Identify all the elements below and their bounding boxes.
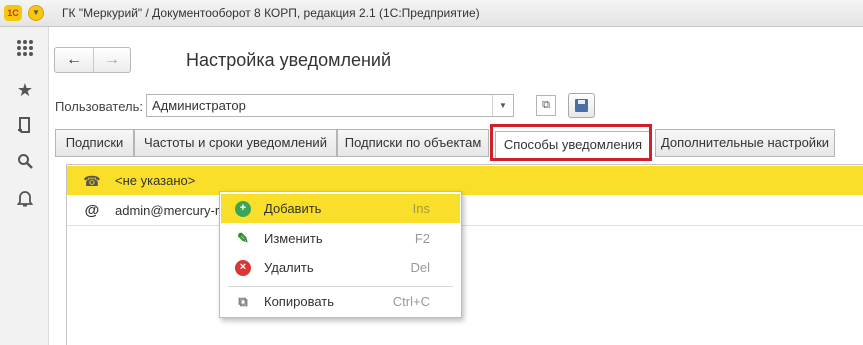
menu-item-shortcut: Ctrl+C [392, 294, 430, 309]
menu-item-label: Удалить [264, 260, 314, 275]
title-bar: 1С ▼ ГК "Меркурий" / Документооборот 8 К… [0, 0, 863, 27]
apps-grid-icon[interactable] [14, 39, 36, 61]
floppy-icon [575, 99, 588, 112]
menu-item-edit[interactable]: ✎ Изменить F2 [221, 224, 460, 253]
menu-item-label: Копировать [264, 294, 334, 309]
menu-item-shortcut: Del [410, 260, 430, 275]
row-text: admin@mercury-r [115, 203, 220, 218]
search-icon[interactable] [14, 152, 36, 174]
tab-subscriptions[interactable]: Подписки [55, 129, 134, 157]
tab-additional-settings[interactable]: Дополнительные настройки [655, 129, 835, 157]
tab-bar: Подписки Частоты и сроки уведомлений Под… [55, 129, 863, 159]
context-menu: + Добавить Ins ✎ Изменить F2 × Удалить D… [219, 191, 462, 318]
add-icon: + [235, 201, 251, 217]
menu-item-label: Добавить [264, 201, 322, 216]
chevron-down-icon[interactable]: ▼ [492, 95, 513, 116]
main-menu-button[interactable]: ▼ [28, 5, 44, 21]
star-icon[interactable]: ★ [14, 79, 36, 101]
save-button[interactable] [568, 93, 595, 118]
window-title: ГК "Меркурий" / Документооборот 8 КОРП, … [62, 6, 480, 20]
pencil-icon: ✎ [237, 230, 249, 246]
at-sign-icon: @ [84, 202, 100, 219]
navigation-buttons: ← → [54, 47, 131, 73]
tab-notification-methods[interactable]: Способы уведомления [495, 131, 651, 159]
user-value: Администратор [152, 98, 246, 113]
tab-frequency[interactable]: Частоты и сроки уведомлений [134, 129, 337, 157]
menu-item-shortcut: Ins [412, 201, 430, 216]
back-button[interactable]: ← [55, 48, 94, 72]
menu-item-add[interactable]: + Добавить Ins [221, 194, 460, 223]
menu-item-copy[interactable]: ⧉ Копировать Ctrl+C [221, 287, 460, 316]
table-row[interactable]: ☎ <не указано> [67, 166, 863, 195]
user-label: Пользователь: [55, 99, 143, 114]
user-field[interactable]: Администратор ▼ [146, 94, 514, 117]
table-row[interactable]: @ admin@mercury-r [67, 196, 863, 225]
bell-icon[interactable] [14, 189, 36, 211]
history-icon[interactable] [14, 116, 36, 138]
row-text: <не указано> [115, 173, 196, 188]
methods-table[interactable]: ☎ <не указано> @ admin@mercury-r [66, 164, 863, 345]
menu-item-delete[interactable]: × Удалить Del [221, 253, 460, 282]
tab-object-subscriptions[interactable]: Подписки по объектам [337, 129, 489, 157]
phone-icon: ☎ [83, 173, 101, 189]
forward-button[interactable]: → [93, 48, 131, 72]
open-icon[interactable]: ⧉ [536, 95, 556, 116]
app-logo: 1С [4, 5, 22, 21]
delete-icon: × [235, 260, 251, 276]
menu-item-shortcut: F2 [414, 231, 430, 246]
row-divider [67, 225, 863, 226]
menu-item-label: Изменить [264, 231, 323, 246]
sections-panel: ★ [0, 27, 49, 345]
copy-icon: ⧉ [238, 294, 248, 309]
page-title: Настройка уведомлений [186, 50, 392, 70]
